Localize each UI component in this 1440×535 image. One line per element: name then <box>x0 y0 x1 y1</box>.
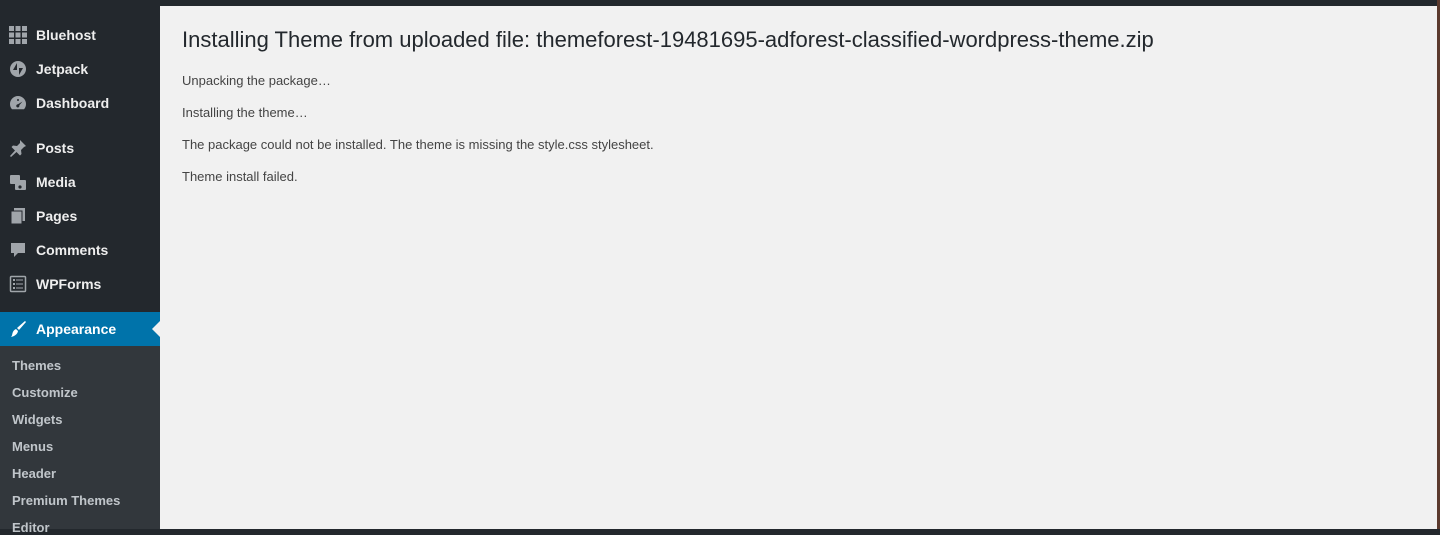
sidebar-item-label: Dashboard <box>36 95 110 111</box>
error-message-missing-stylesheet: The package could not be installed. The … <box>182 137 654 152</box>
pages-icon <box>8 206 28 226</box>
sidebar-item-label: Comments <box>36 242 109 258</box>
sidebar-item-label: Pages <box>36 208 78 224</box>
submenu-item-editor[interactable]: Editor <box>12 520 50 535</box>
submenu-item-widgets[interactable]: Widgets <box>12 412 62 427</box>
appearance-submenu: Themes Customize Widgets Menus Header Pr… <box>0 346 160 535</box>
status-message-installing: Installing the theme… <box>182 105 308 120</box>
submenu-item-menus[interactable]: Menus <box>12 439 53 454</box>
page-title: Installing Theme from uploaded file: the… <box>182 27 1154 52</box>
comment-icon <box>8 240 28 260</box>
current-menu-arrow <box>152 321 160 337</box>
sidebar-item-label: WPForms <box>36 276 102 292</box>
submenu-item-themes[interactable]: Themes <box>12 358 61 373</box>
dashboard-icon <box>8 93 28 113</box>
sidebar-item-label: Appearance <box>36 321 117 337</box>
sidebar-item-appearance[interactable]: Appearance <box>0 312 160 346</box>
sidebar-item-bluehost[interactable]: Bluehost <box>0 18 160 52</box>
sidebar-item-dashboard[interactable]: Dashboard <box>0 86 160 120</box>
sidebar-item-comments[interactable]: Comments <box>0 233 160 267</box>
sidebar-item-jetpack[interactable]: Jetpack <box>0 52 160 86</box>
brush-icon <box>8 319 28 339</box>
submenu-item-customize[interactable]: Customize <box>12 385 78 400</box>
submenu-item-header[interactable]: Header <box>12 466 56 481</box>
pin-icon <box>8 138 28 158</box>
error-message-install-failed: Theme install failed. <box>182 169 298 184</box>
sidebar-item-media[interactable]: Media <box>0 165 160 199</box>
grid-icon <box>8 25 28 45</box>
submenu-item-premium-themes[interactable]: Premium Themes <box>12 493 120 508</box>
media-icon <box>8 172 28 192</box>
sidebar-item-label: Posts <box>36 140 75 156</box>
sidebar-item-wpforms[interactable]: WPForms <box>0 267 160 301</box>
admin-sidebar: Bluehost Jetpack Dashboard Posts Media P… <box>0 0 160 535</box>
sidebar-item-label: Bluehost <box>36 27 96 43</box>
sidebar-item-pages[interactable]: Pages <box>0 199 160 233</box>
sidebar-item-label: Media <box>36 174 76 190</box>
form-icon <box>8 274 28 294</box>
sidebar-item-posts[interactable]: Posts <box>0 131 160 165</box>
sidebar-item-label: Jetpack <box>36 61 89 77</box>
jetpack-icon <box>8 59 28 79</box>
main-content: Installing Theme from uploaded file: the… <box>160 6 1437 529</box>
status-message-unpacking: Unpacking the package… <box>182 73 331 88</box>
